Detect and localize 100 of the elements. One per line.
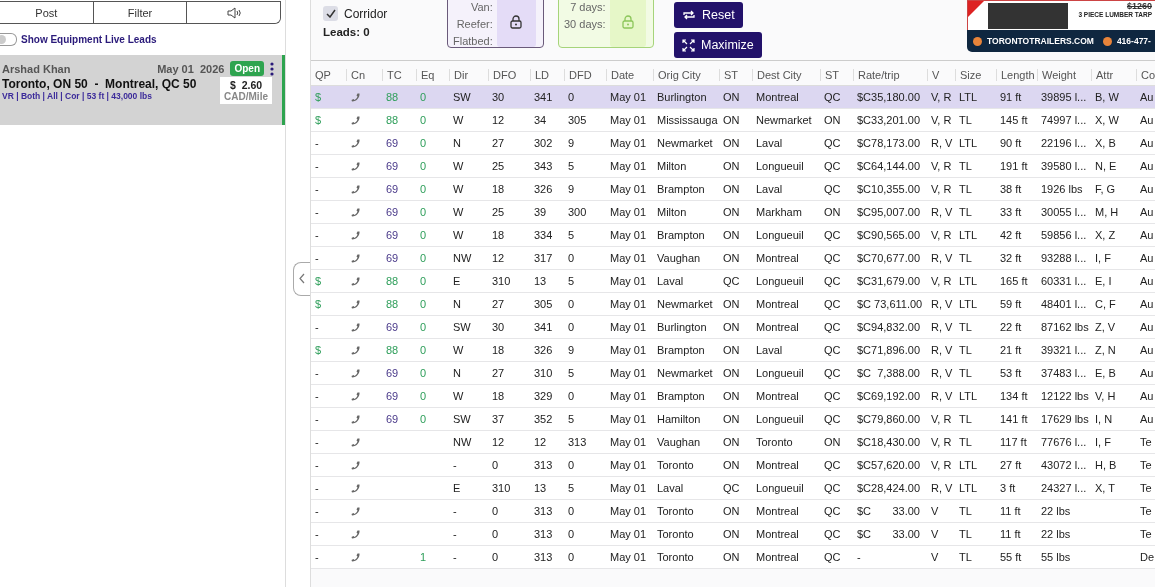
- column-header[interactable]: DFD: [564, 68, 606, 81]
- quick-pay-cell-text: -: [314, 390, 320, 402]
- eq-cell-text: 1: [419, 551, 428, 563]
- table-row[interactable]: $ 88 0 W 12 34 305 May 01 Mississauga ON Newmarket ON $C33,201.00 V, R TL 145 ft 74997 l... X, W Au: [311, 109, 1155, 132]
- length-cell-text: 141 ft: [999, 413, 1029, 425]
- table-cell-text: Au: [1139, 252, 1155, 264]
- column-header[interactable]: QP: [311, 68, 346, 81]
- rate-cell-text: $C18,430.00: [856, 436, 921, 448]
- quick-pay-cell-text: -: [314, 252, 320, 264]
- table-row[interactable]: - 69 0 W 25 39 300 May 01 Milton ON Markham ON $C95,007.00 R, V TL 33 ft 30055 l... M, H Au: [311, 201, 1155, 224]
- attributes-cell-text: E, B: [1094, 367, 1117, 379]
- table-row[interactable]: - 69 0 W 18 334 5 May 01 Brampton ON Longueuil QC $C90,565.00 V, R LTL 42 ft 59856 l... X, Z Au: [311, 224, 1155, 247]
- quick-pay-cell-text: -: [314, 206, 320, 218]
- size-cell-text: TL: [958, 160, 973, 172]
- tc-cell-text: 88: [385, 275, 400, 287]
- refresh-icon: [682, 9, 696, 21]
- size-cell-text: TL: [958, 321, 973, 333]
- table-row[interactable]: - 69 0 N 27 310 5 May 01 Newmarket ON Longueuil QC $C 7,388.00 R, V TL 53 ft 37483 l... E, B Au: [311, 362, 1155, 385]
- table-row[interactable]: $ 88 0 W 18 326 9 May 01 Brampton ON Laval QC $C71,896.00 R, V TL 21 ft 39321 l... Z, N Au: [311, 339, 1155, 362]
- table-row[interactable]: - - 0 313 0 May 01 Toronto ON Montreal QC $C 33.00 V TL 11 ft 22 lbs Te: [311, 523, 1155, 546]
- column-header[interactable]: TC: [382, 68, 416, 81]
- column-header[interactable]: Cn: [346, 68, 382, 81]
- weight-cell-text: 87162 lbs: [1040, 321, 1090, 333]
- state-cell-text: ON: [823, 114, 842, 126]
- table-cell-text: Au: [1139, 206, 1155, 218]
- equipment-cell-text: R, V: [930, 137, 954, 149]
- column-header[interactable]: Rate/trip: [853, 68, 927, 81]
- table-row[interactable]: - 69 0 W 18 329 0 May 01 Brampton ON Montreal QC $C69,192.00 R, V LTL 134 ft 12122 lbs V, H Au: [311, 385, 1155, 408]
- size-cell-text: LTL: [958, 390, 979, 402]
- table-row[interactable]: - - 0 313 0 May 01 Toronto ON Montreal QC $C 33.00 V TL 11 ft 22 lbs Te: [311, 500, 1155, 523]
- column-header[interactable]: Weight: [1037, 68, 1091, 81]
- table-row[interactable]: $ 88 0 SW 30 341 0 May 01 Burlington ON Montreal QC $C35,180.00 V, R LTL 91 ft 39895 l... B, W Au: [311, 86, 1155, 109]
- column-header[interactable]: Date: [606, 68, 653, 81]
- maximize-button[interactable]: Maximize: [674, 32, 762, 58]
- size-cell-text: TL: [958, 114, 973, 126]
- column-header[interactable]: Attr: [1091, 68, 1136, 81]
- lead-card[interactable]: Arshad Khan May 01 2026 Open Toronto, ON 50 - Montreal, QC 50 VR | Both | All | Cor | 53 ft | 43,000 lbs $ 2.60 CAD/Mile: [0, 55, 285, 125]
- attributes-cell-text: E, I: [1094, 275, 1113, 287]
- column-header[interactable]: DFO: [488, 68, 530, 81]
- weight-cell-text: 43072 l...: [1040, 459, 1088, 471]
- quick-pay-cell-text: $: [314, 91, 323, 103]
- table-row[interactable]: $ 88 0 E 310 13 5 May 01 Laval QC Longueuil QC $C31,679.00 V, R LTL 165 ft 60331 l... E, I Au: [311, 270, 1155, 293]
- weight-cell-text: 55 lbs: [1040, 551, 1072, 563]
- state-cell-text: QC: [823, 482, 842, 494]
- rate-cell-text: $C95,007.00: [856, 206, 921, 218]
- toggle-switch[interactable]: [0, 33, 17, 46]
- table-row[interactable]: - E 310 13 5 May 01 Laval QC Longueuil QC $C28,424.00 R, V LTL 3 ft 24327 l... X, T Te: [311, 477, 1155, 500]
- kebab-menu-icon[interactable]: [270, 61, 274, 76]
- table-row[interactable]: - 69 0 SW 37 352 5 May 01 Hamilton ON Longueuil QC $C79,860.00 V, R TL 141 ft 17629 lbs I, N Au: [311, 408, 1155, 431]
- table-row[interactable]: - 1 - 0 313 0 May 01 Toronto ON Montreal QC - V TL 55 ft 55 lbs De: [311, 546, 1155, 569]
- direction-cell-text: SW: [452, 413, 472, 425]
- ld-cell-text: 313: [533, 528, 554, 540]
- sound-tab[interactable]: [186, 2, 280, 23]
- collapse-button[interactable]: [293, 261, 310, 296]
- origin-city-cell-text: Newmarket: [656, 298, 714, 310]
- equipment-cell-text: R, V: [930, 367, 954, 379]
- weight-cell-text: 22 lbs: [1040, 528, 1072, 540]
- state-cell-text: QC: [823, 229, 842, 241]
- table-row[interactable]: - 69 0 SW 30 341 0 May 01 Burlington ON Montreal QC $C94,832.00 R, V TL 22 ft 87162 lbs Z, V Au: [311, 316, 1155, 339]
- date-cell-text: May 01: [609, 275, 648, 287]
- column-header[interactable]: Eq: [416, 68, 449, 81]
- reset-button[interactable]: Reset: [674, 2, 743, 28]
- date-cell-text: May 01: [609, 459, 648, 471]
- size-cell-text: TL: [958, 206, 973, 218]
- date-cell-text: May 01: [609, 344, 648, 356]
- column-header[interactable]: Size: [955, 68, 996, 81]
- table-row[interactable]: - NW 12 12 313 May 01 Vaughan ON Toronto ON $C18,430.00 V, R TL 117 ft 77676 l... I, F Te: [311, 431, 1155, 454]
- column-header[interactable]: Dir: [449, 68, 488, 81]
- tc-cell-text: 69: [385, 321, 400, 333]
- column-header[interactable]: ST: [820, 68, 853, 81]
- length-cell-text: 134 ft: [999, 390, 1029, 402]
- state-cell-text: ON: [722, 252, 741, 264]
- date-cell-text: May 01: [609, 436, 648, 448]
- table-row[interactable]: - - 0 313 0 May 01 Toronto ON Montreal QC $C57,620.00 V, R LTL 27 ft 43072 l... H, B Te: [311, 454, 1155, 477]
- table-row[interactable]: - 69 0 NW 12 317 0 May 01 Vaughan ON Montreal QC $C70,677.00 R, V TL 32 ft 93288 l... I, F Au: [311, 247, 1155, 270]
- column-header[interactable]: LD: [530, 68, 564, 81]
- date-cell-text: May 01: [609, 229, 648, 241]
- checkbox[interactable]: [323, 6, 338, 21]
- column-header[interactable]: Dest City: [752, 68, 820, 81]
- column-header[interactable]: Length: [996, 68, 1037, 81]
- state-cell-text: ON: [722, 206, 741, 218]
- ld-cell-text: 341: [533, 91, 554, 103]
- tc-cell-text: 88: [385, 344, 400, 356]
- column-header[interactable]: ST: [719, 68, 752, 81]
- equipment-cell-text: V, R: [930, 229, 953, 241]
- attributes-cell-text: H, B: [1094, 459, 1118, 471]
- table-row[interactable]: $ 88 0 N 27 305 0 May 01 Newmarket ON Montreal QC $C 73,611.00 R, V LTL 59 ft 48401 l... C, F Au: [311, 293, 1155, 316]
- direction-cell-text: N: [452, 137, 462, 149]
- table-row[interactable]: - 69 0 N 27 302 9 May 01 Newmarket ON Laval QC $C78,173.00 R, V LTL 90 ft 22196 l... X, B Au: [311, 132, 1155, 155]
- direction-cell-text: W: [452, 344, 465, 356]
- column-header[interactable]: Co: [1136, 68, 1155, 81]
- state-cell-text: QC: [823, 298, 842, 310]
- table-row[interactable]: - 69 0 W 18 326 9 May 01 Brampton ON Laval QC $C10,355.00 V, R TL 38 ft 1926 lbs F, G Au: [311, 178, 1155, 201]
- table-row[interactable]: - 69 0 W 25 343 5 May 01 Milton ON Longueuil QC $C64,144.00 V, R TL 191 ft 39580 l... N, E Au: [311, 155, 1155, 178]
- column-header[interactable]: Orig City: [653, 68, 719, 81]
- quick-pay-cell-text: -: [314, 160, 320, 172]
- table-cell-text: Te: [1139, 436, 1153, 448]
- column-header[interactable]: V: [927, 68, 955, 81]
- destination-city-cell-text: Longueuil: [755, 160, 805, 172]
- equipment-cell-text: R, V: [930, 252, 954, 264]
